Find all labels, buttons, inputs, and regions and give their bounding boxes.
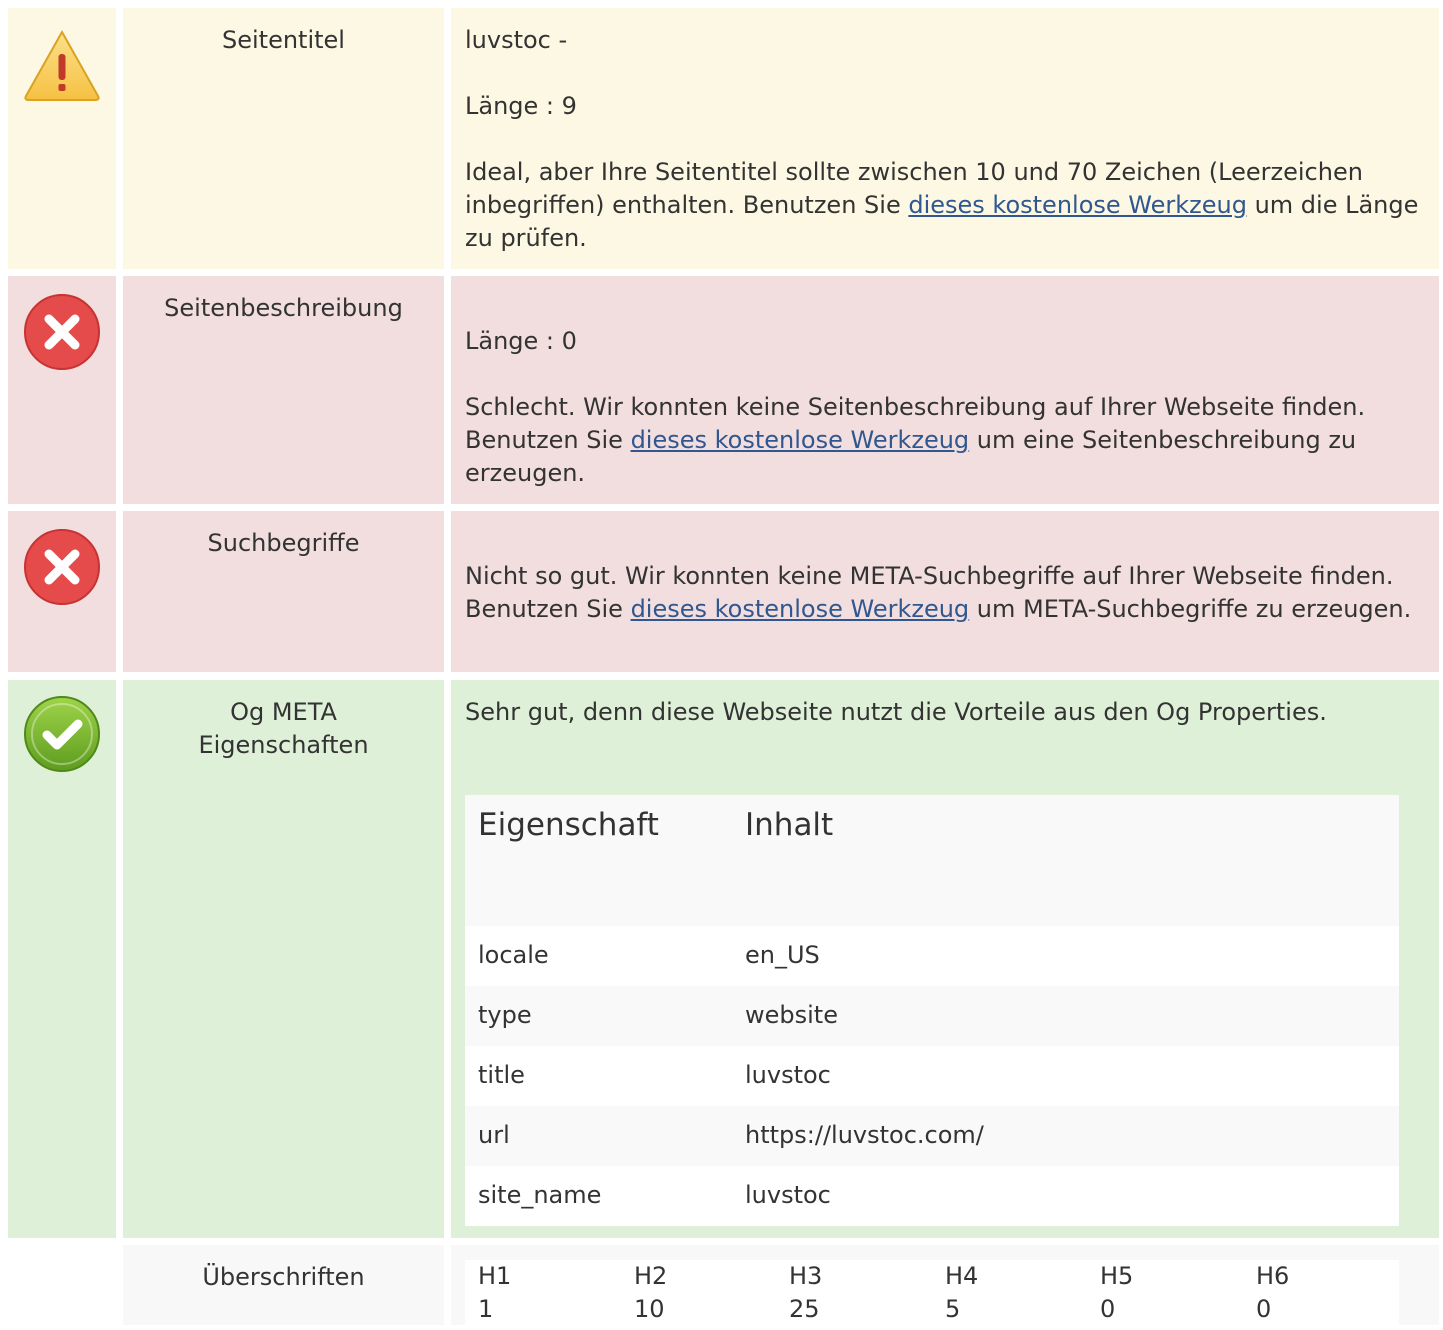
heading-count: 5 [945, 1295, 961, 1323]
content-cell: luvstoc [745, 1061, 831, 1089]
property-cell: type [478, 1001, 532, 1029]
heading-count: 25 [789, 1295, 820, 1323]
status-cell [8, 680, 116, 1238]
content-cell: en_US [745, 941, 820, 969]
heading-count: 1 [478, 1295, 494, 1323]
status-cell [8, 511, 116, 672]
status-cell [8, 276, 116, 504]
row-headings: Überschriften H1 1 H2 10 H3 25 H4 5 H5 0 [0, 1245, 1443, 1330]
row-content: Nicht so gut. Wir konnten keine META-Suc… [451, 511, 1439, 672]
row-content: H1 1 H2 10 H3 25 H4 5 H5 0 H6 0 [451, 1245, 1439, 1330]
table-row: url https://luvstoc.com/ [465, 1106, 1399, 1166]
heading-tag: H3 [789, 1262, 823, 1290]
table-row: title luvstoc [465, 1046, 1399, 1106]
table-row: type website [465, 986, 1399, 1046]
heading-column: H2 10 [634, 1260, 784, 1326]
og-properties-table: Eigenschaft Inhalt locale en_US type web… [465, 795, 1399, 1226]
heading-column: H5 0 [1100, 1260, 1250, 1326]
heading-column: H6 0 [1256, 1260, 1406, 1326]
row-og-meta: Og META Eigenschaften Sehr gut, denn die… [0, 680, 1443, 1238]
property-cell: site_name [478, 1181, 602, 1209]
row-label: Seitenbeschreibung [123, 276, 444, 504]
table-header: Eigenschaft Inhalt [465, 795, 1399, 926]
row-content: Sehr gut, denn diese Webseite nutzt die … [451, 680, 1439, 1238]
error-icon [24, 294, 100, 370]
heading-tag: H2 [634, 1262, 668, 1290]
description-length: Länge : 0 [465, 327, 577, 355]
status-cell [8, 8, 116, 269]
row-label: Überschriften [123, 1245, 444, 1325]
table-row: locale en_US [465, 926, 1399, 986]
success-icon [24, 696, 100, 772]
property-cell: locale [478, 941, 549, 969]
free-tool-link[interactable]: dieses kostenlose Werkzeug [631, 595, 970, 623]
advice-text: um META-Suchbegriffe zu erzeugen. [969, 595, 1412, 623]
heading-tag: H5 [1100, 1262, 1134, 1290]
keywords-advice: Nicht so gut. Wir konnten keine META-Suc… [465, 560, 1425, 626]
row-label: Suchbegriffe [123, 511, 444, 672]
heading-count: 0 [1256, 1295, 1272, 1323]
description-advice: Schlecht. Wir konnten keine Seitenbeschr… [465, 391, 1425, 490]
headings-table: H1 1 H2 10 H3 25 H4 5 H5 0 H6 0 [465, 1260, 1399, 1330]
column-header-content: Inhalt [745, 807, 834, 843]
error-icon [24, 529, 100, 605]
content-cell: luvstoc [745, 1181, 831, 1209]
og-summary: Sehr gut, denn diese Webseite nutzt die … [465, 698, 1327, 726]
row-page-description: Seitenbeschreibung Länge : 0 Schlecht. W… [0, 276, 1443, 504]
property-cell: url [478, 1121, 510, 1149]
row-keywords: Suchbegriffe Nicht so gut. Wir konnten k… [0, 511, 1443, 672]
heading-count: 10 [634, 1295, 665, 1323]
heading-count: 0 [1100, 1295, 1116, 1323]
heading-tag: H4 [945, 1262, 979, 1290]
title-advice: Ideal, aber Ihre Seitentitel sollte zwis… [465, 156, 1425, 255]
row-label: Seitentitel [123, 8, 444, 269]
column-header-property: Eigenschaft [478, 807, 659, 843]
row-label: Og META Eigenschaften [123, 680, 444, 1238]
heading-column: H3 25 [789, 1260, 939, 1326]
free-tool-link[interactable]: dieses kostenlose Werkzeug [908, 191, 1247, 219]
content-cell: https://luvstoc.com/ [745, 1121, 984, 1149]
status-cell [8, 1245, 116, 1325]
content-cell: website [745, 1001, 838, 1029]
title-value: luvstoc - [465, 26, 568, 54]
free-tool-link[interactable]: dieses kostenlose Werkzeug [631, 426, 970, 454]
warning-icon [24, 29, 100, 101]
table-row: site_name luvstoc [465, 1166, 1399, 1226]
heading-tag: H1 [478, 1262, 512, 1290]
title-length: Länge : 9 [465, 92, 577, 120]
row-page-title: Seitentitel luvstoc - Länge : 9 Ideal, a… [0, 8, 1443, 269]
heading-column: H1 1 [478, 1260, 628, 1326]
row-content: Länge : 0 Schlecht. Wir konnten keine Se… [451, 276, 1439, 504]
row-content: luvstoc - Länge : 9 Ideal, aber Ihre Sei… [451, 8, 1439, 269]
heading-tag: H6 [1256, 1262, 1290, 1290]
heading-column: H4 5 [945, 1260, 1095, 1326]
property-cell: title [478, 1061, 525, 1089]
